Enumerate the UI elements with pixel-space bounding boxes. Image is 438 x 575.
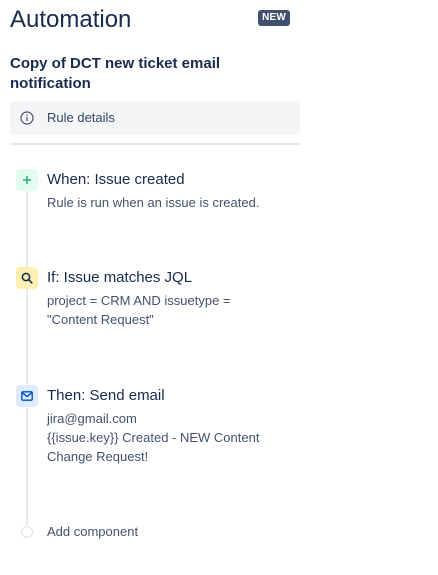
- rule-name-line-2: notification: [10, 75, 91, 92]
- trigger-description-text: Rule is run when an issue is created.: [47, 195, 260, 210]
- rule-details-button[interactable]: Rule details: [10, 101, 300, 135]
- action-icon-box: [16, 385, 38, 407]
- mail-icon: [21, 391, 33, 401]
- flow-connector-line: [26, 185, 28, 525]
- rule-details-label: Rule details: [47, 110, 115, 125]
- new-badge: NEW: [258, 10, 290, 26]
- condition-description-line-2: "Content Request": [47, 312, 154, 327]
- page-title: Automation: [10, 6, 132, 33]
- condition-icon-box: [16, 267, 38, 289]
- search-icon: [21, 272, 33, 284]
- trigger-title: When: Issue created: [47, 171, 185, 188]
- action-email-subject-line-1: {{issue.key}} Created - NEW Content: [47, 430, 260, 445]
- page-header: Automation NEW: [10, 5, 300, 35]
- trigger-icon-box: [16, 169, 38, 191]
- plus-icon: [23, 176, 31, 184]
- action-email-subject-line-2: Change Request!: [47, 449, 149, 464]
- rule-name-line-1: Copy of DCT new ticket email: [10, 55, 221, 72]
- action-email-recipient: jira@gmail.com: [47, 411, 137, 426]
- rule-name: Copy of DCT new ticket email notificatio…: [10, 54, 300, 94]
- add-component-dot-icon: [21, 526, 33, 538]
- action-title: Then: Send email: [47, 387, 165, 404]
- action-description: jira@gmail.com {{issue.key}} Created - N…: [47, 409, 297, 466]
- add-component-link[interactable]: Add component: [47, 523, 138, 541]
- condition-description-line-1: project = CRM AND issuetype =: [47, 293, 231, 308]
- condition-description: project = CRM AND issuetype = "Content R…: [47, 291, 297, 329]
- trigger-description: Rule is run when an issue is created.: [47, 193, 297, 212]
- condition-title: If: Issue matches JQL: [47, 269, 193, 286]
- divider: [10, 143, 300, 145]
- info-icon: [20, 111, 34, 125]
